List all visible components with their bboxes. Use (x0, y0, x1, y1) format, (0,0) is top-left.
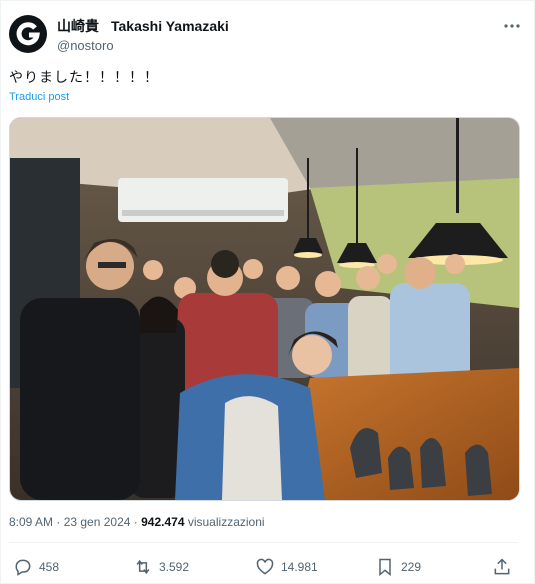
meta-separator: · (130, 515, 142, 529)
reply-icon (15, 559, 31, 576)
author-english-name[interactable]: Takashi Yamazaki (111, 18, 229, 34)
like-button[interactable]: 14.981 (255, 557, 318, 577)
reply-count: 458 (39, 560, 60, 574)
share-icon (494, 558, 510, 575)
tweet-date[interactable]: 23 gen 2024 (64, 515, 131, 529)
g-logo-icon[interactable] (9, 15, 47, 53)
bookmark-icon (379, 558, 391, 577)
heart-icon (256, 558, 274, 575)
action-bar: 458 3.592 14.981 229 (9, 557, 518, 579)
repost-button[interactable]: 3.592 (133, 557, 189, 577)
like-count: 14.981 (281, 560, 318, 574)
repost-icon (136, 559, 150, 575)
tweet-card: 山崎貴 Takashi Yamazaki @nostoro やりました！！！！！ … (0, 0, 535, 584)
author-display-name[interactable]: 山崎貴 (57, 18, 99, 34)
tweet-meta: 8:09 AM · 23 gen 2024 · 942.474 visualiz… (9, 515, 265, 529)
reply-button[interactable]: 458 (13, 557, 59, 577)
divider (9, 542, 518, 543)
meta-separator: · (53, 515, 64, 529)
view-label: visualizzazioni (187, 515, 265, 529)
group-photo (10, 118, 519, 500)
share-button[interactable] (492, 557, 518, 577)
author-handle[interactable]: @nostoro (57, 37, 241, 55)
repost-count: 3.592 (159, 560, 190, 574)
bookmark-count: 229 (401, 560, 422, 574)
author-name-row[interactable]: 山崎貴 Takashi Yamazaki (57, 17, 241, 35)
tweet-photo[interactable] (9, 117, 520, 501)
tweet-time[interactable]: 8:09 AM (9, 515, 53, 529)
tweet-text: やりました！！！！！ (9, 69, 159, 85)
tweet-header: 山崎貴 Takashi Yamazaki @nostoro (9, 15, 522, 57)
view-count: 942.474 (141, 515, 185, 529)
author-names: 山崎貴 Takashi Yamazaki @nostoro (57, 17, 241, 55)
translate-link[interactable]: Traduci post (9, 91, 69, 103)
bookmark-button[interactable]: 229 (375, 557, 421, 577)
more-options-icon[interactable] (502, 17, 522, 37)
